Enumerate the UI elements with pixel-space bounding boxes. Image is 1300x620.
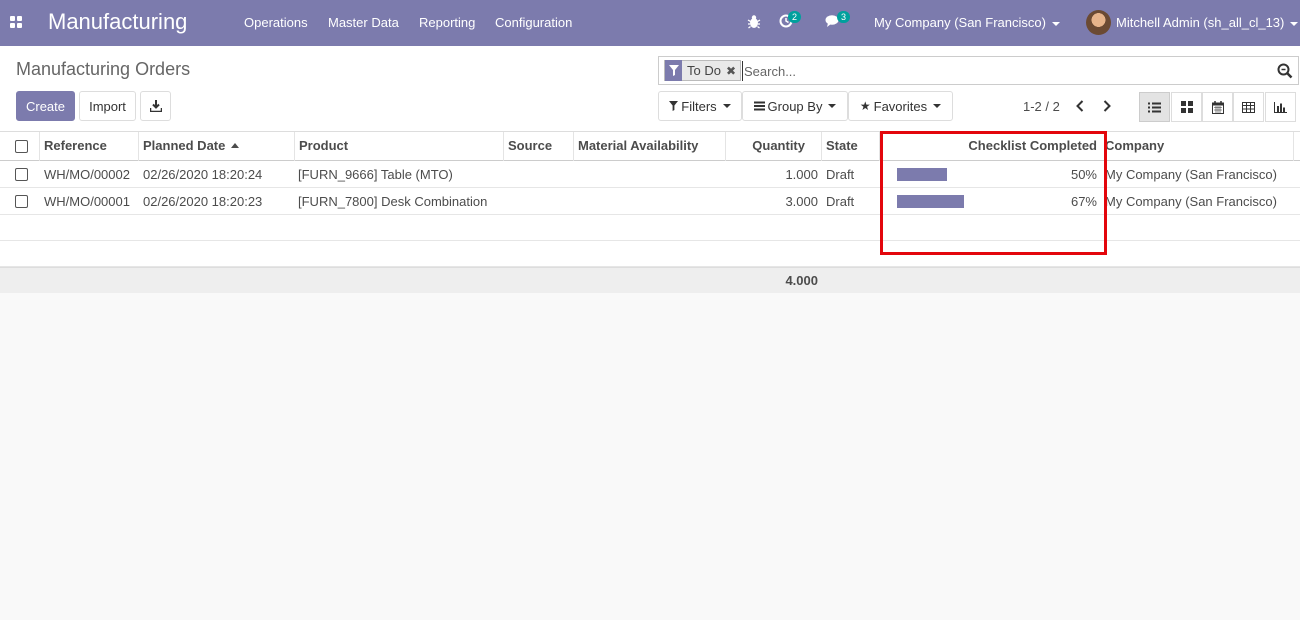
row-checklist-percent: 50% — [1070, 167, 1097, 182]
empty-row — [0, 215, 1300, 241]
facet-label: To Do — [687, 63, 721, 78]
table-header: Reference Planned Date Product Source Ma… — [0, 132, 1300, 161]
company-switcher[interactable]: My Company (San Francisco) — [874, 15, 1060, 30]
column-reference[interactable]: Reference — [40, 132, 139, 161]
row-quantity: 1.000 — [785, 167, 818, 182]
search-icon[interactable] — [1277, 63, 1293, 79]
column-quantity[interactable]: Quantity — [726, 132, 822, 161]
pager-next-icon[interactable] — [1097, 96, 1117, 116]
favorites-dropdown[interactable]: ★ Favorites — [848, 91, 953, 121]
chevron-down-icon — [722, 104, 731, 108]
row-company: My Company (San Francisco) — [1105, 194, 1277, 209]
chevron-down-icon — [828, 104, 837, 108]
column-product[interactable]: Product — [295, 132, 504, 161]
bars-icon — [753, 101, 765, 111]
menu-master-data[interactable]: Master Data — [328, 15, 399, 30]
activity-count-badge: 2 — [788, 11, 802, 23]
search-bar: To Do ✖ — [658, 56, 1299, 85]
filter-icon — [669, 101, 679, 111]
page-title: Manufacturing Orders — [16, 59, 191, 79]
checklist-progress-bar — [897, 168, 997, 181]
calendar-view-icon[interactable] — [1202, 92, 1233, 122]
menu-configuration[interactable]: Configuration — [495, 15, 572, 30]
row-product: [FURN_7800] Desk Combination — [298, 194, 488, 209]
group-by-label: Group By — [767, 98, 823, 114]
row-state: Draft — [826, 167, 855, 182]
group-by-dropdown[interactable]: Group By — [742, 91, 848, 121]
column-planned-date[interactable]: Planned Date — [139, 132, 295, 161]
row-checklist-percent: 67% — [1070, 194, 1097, 209]
activity-clock-icon[interactable]: 2 — [779, 11, 802, 31]
filters-dropdown[interactable]: Filters — [658, 91, 742, 121]
row-checkbox[interactable] — [15, 195, 28, 208]
row-product: [FURN_9666] Table (MTO) — [298, 167, 453, 182]
app-title: Manufacturing — [48, 9, 188, 34]
kanban-view-icon[interactable] — [1171, 92, 1202, 122]
total-quantity: 4.000 — [785, 273, 818, 288]
filters-label: Filters — [681, 98, 717, 114]
favorites-label: Favorites — [873, 98, 928, 114]
top-navbar: Manufacturing Operations Master Data Rep… — [0, 0, 1300, 46]
debug-bug-icon[interactable] — [747, 14, 761, 33]
row-planned-date: 02/26/2020 18:20:23 — [143, 194, 263, 209]
empty-row — [0, 241, 1300, 267]
row-reference: WH/MO/00002 — [44, 167, 130, 182]
column-source[interactable]: Source — [504, 132, 574, 161]
checklist-progress-fill — [897, 195, 964, 208]
sort-ascending-icon — [231, 143, 240, 149]
avatar[interactable] — [1086, 10, 1111, 35]
row-quantity: 3.000 — [785, 194, 818, 209]
column-company[interactable]: Company — [1101, 132, 1294, 161]
chevron-down-icon — [933, 104, 942, 108]
close-icon[interactable]: ✖ — [726, 64, 740, 78]
download-icon — [149, 100, 162, 112]
column-state[interactable]: State — [822, 132, 880, 161]
chevron-down-icon — [1290, 21, 1299, 26]
graph-view-icon[interactable] — [1265, 92, 1296, 122]
column-checklist-completed[interactable]: Checklist Completed — [880, 132, 1101, 161]
table-row[interactable]: WH/MO/00001 02/26/2020 18:20:23 [FURN_78… — [0, 188, 1300, 215]
export-button[interactable] — [140, 91, 171, 121]
apps-menu-icon[interactable] — [10, 16, 24, 30]
checklist-progress-fill — [897, 168, 947, 181]
row-company: My Company (San Francisco) — [1105, 167, 1277, 182]
search-input[interactable] — [742, 61, 1262, 81]
pager-previous-icon[interactable] — [1070, 96, 1090, 116]
import-button[interactable]: Import — [79, 91, 136, 121]
star-icon: ★ — [859, 99, 871, 113]
menu-operations[interactable]: Operations — [244, 15, 308, 30]
select-all-cell — [0, 132, 40, 161]
row-planned-date: 02/26/2020 18:20:24 — [143, 167, 263, 182]
list-view-icon[interactable] — [1139, 92, 1170, 122]
control-panel: Manufacturing Orders Create Import To Do… — [0, 46, 1300, 132]
company-name: My Company (San Francisco) — [874, 15, 1046, 30]
table-footer: 4.000 — [0, 267, 1300, 293]
search-facet-todo: To Do ✖ — [664, 60, 742, 81]
column-material-availability[interactable]: Material Availability — [574, 132, 726, 161]
column-planned-date-label: Planned Date — [143, 138, 226, 153]
table-row[interactable]: WH/MO/00002 02/26/2020 18:20:24 [FURN_96… — [0, 161, 1300, 188]
row-reference: WH/MO/00001 — [44, 194, 130, 209]
pager-value[interactable]: 1-2 / 2 — [1023, 99, 1060, 114]
row-state: Draft — [826, 194, 855, 209]
select-all-checkbox[interactable] — [15, 140, 28, 153]
pivot-view-icon[interactable] — [1233, 92, 1264, 122]
user-name: Mitchell Admin (sh_all_cl_13) — [1116, 15, 1285, 30]
chevron-down-icon — [1051, 21, 1060, 26]
create-button[interactable]: Create — [16, 91, 75, 121]
messages-count-badge: 3 — [837, 11, 851, 23]
checklist-progress-bar — [897, 195, 997, 208]
user-menu[interactable]: Mitchell Admin (sh_all_cl_13) — [1116, 15, 1299, 30]
filter-icon — [665, 60, 682, 81]
messages-chat-icon[interactable]: 3 — [825, 11, 851, 31]
menu-reporting[interactable]: Reporting — [419, 15, 475, 30]
row-checkbox[interactable] — [15, 168, 28, 181]
